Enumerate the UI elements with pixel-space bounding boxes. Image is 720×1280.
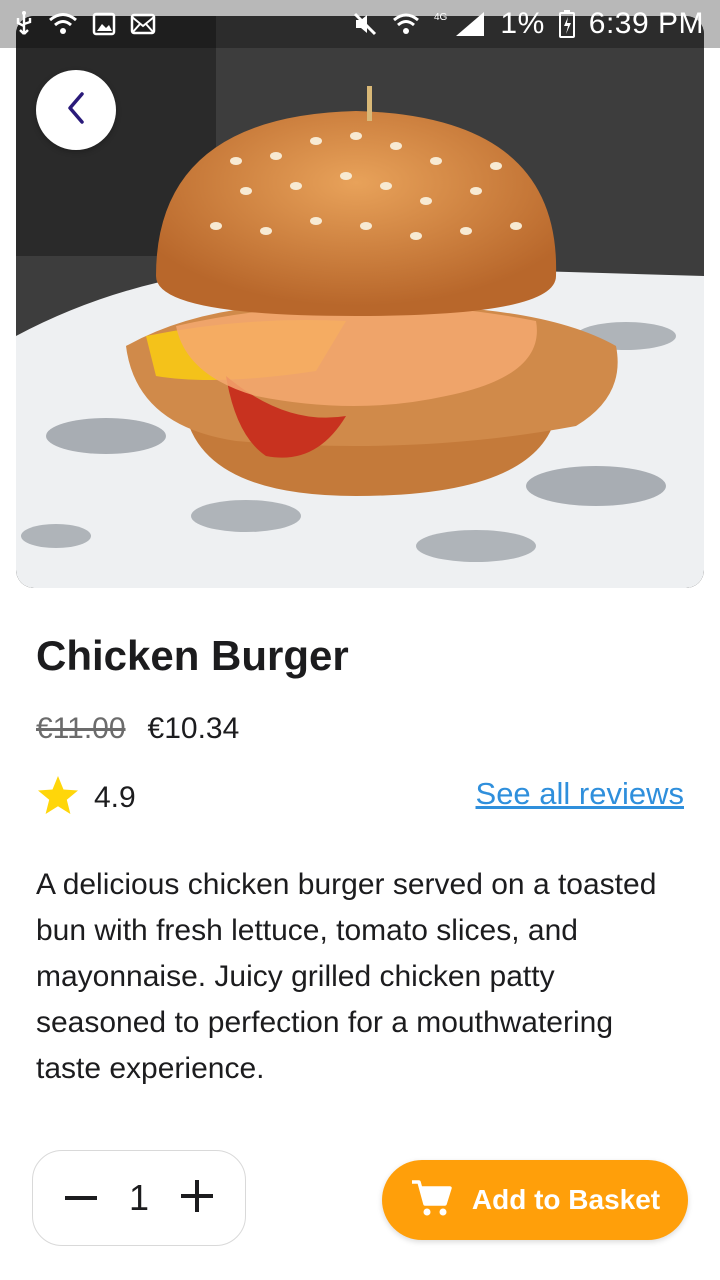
mail-icon [130, 13, 156, 35]
decrease-quantity-button[interactable] [63, 1180, 99, 1216]
minus-icon [65, 1189, 97, 1207]
mute-icon [352, 11, 378, 37]
status-bar: 4G 1% 6:39 PM [0, 0, 720, 48]
rating-row: 4.9 [36, 774, 136, 821]
see-all-reviews-link[interactable]: See all reviews [476, 776, 684, 812]
quantity-value: 1 [128, 1177, 150, 1218]
wifi-icon [392, 12, 420, 36]
usb-icon [14, 10, 34, 38]
wifi-icon [48, 12, 78, 36]
status-bar-left [14, 10, 156, 38]
status-bar-right: 4G 1% 6:39 PM [352, 7, 704, 41]
plus-icon [181, 1179, 213, 1217]
increase-quantity-button[interactable] [179, 1179, 215, 1217]
product-description: A delicious chicken burger served on a t… [36, 868, 657, 1085]
rating-value: 4.9 [94, 780, 136, 814]
product-title: Chicken Burger [36, 632, 349, 679]
price-row: €11.00 €10.34 [36, 712, 239, 746]
add-to-basket-button[interactable]: Add to Basket [382, 1160, 688, 1240]
chevron-left-icon [62, 90, 90, 131]
svg-text:4G: 4G [434, 12, 448, 23]
image-icon [92, 12, 116, 36]
star-icon [36, 774, 80, 821]
cart-icon [410, 1178, 452, 1223]
old-price: €11.00 [36, 712, 126, 745]
current-price: €10.34 [147, 712, 240, 745]
back-button[interactable] [36, 70, 116, 150]
status-time: 6:39 PM [588, 7, 704, 40]
add-to-basket-label: Add to Basket [471, 1184, 661, 1215]
quantity-stepper: 1 [32, 1150, 246, 1246]
battery-icon [558, 10, 575, 38]
lte-signal-icon: 4G [434, 10, 486, 38]
battery-percent: 1% [500, 7, 545, 40]
product-image [16, 16, 704, 588]
